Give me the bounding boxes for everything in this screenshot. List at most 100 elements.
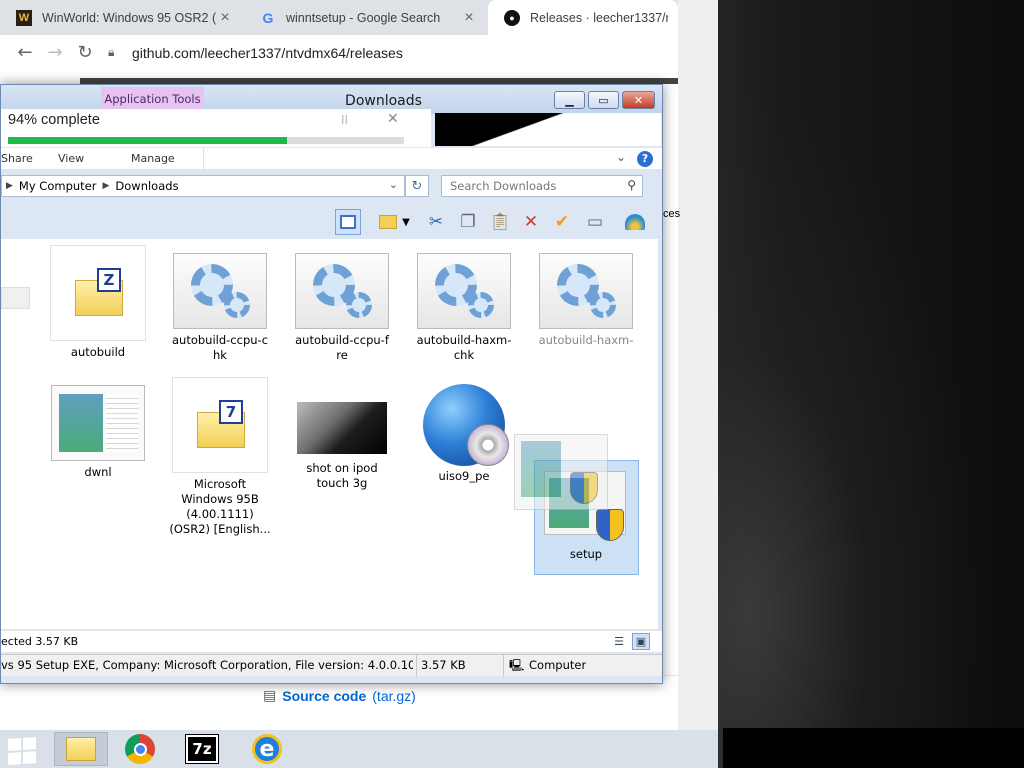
- file-item-uiso9-pe[interactable]: uiso9_pe: [412, 384, 516, 484]
- file-location: Computer: [529, 658, 587, 672]
- windows-logo-icon: [8, 737, 38, 766]
- google-icon: G: [262, 9, 274, 26]
- computer-icon: 🖳︎: [509, 658, 525, 672]
- ribbon-tabs: Share View Manage ⌄ ?: [1, 148, 662, 170]
- file-view[interactable]: Z autobuild autobuild-ccpu-chk autobuild…: [1, 239, 658, 629]
- file-details-text: vs 95 Setup EXE, Company: Microsoft Corp…: [1, 658, 413, 672]
- file-item-shot-on-ipod[interactable]: shot on ipod touch 3g: [290, 399, 394, 491]
- maximize-button[interactable]: ▭: [588, 91, 619, 109]
- details-bar: vs 95 Setup EXE, Company: Microsoft Corp…: [1, 654, 662, 677]
- taskbar-file-explorer[interactable]: [54, 732, 108, 766]
- minimize-button[interactable]: ▁: [554, 91, 585, 109]
- pause-icon[interactable]: II: [341, 113, 348, 127]
- internet-explorer-icon: e: [252, 734, 282, 764]
- file-name: autobuild-ccpu-fre: [295, 333, 389, 362]
- help-icon[interactable]: ?: [637, 151, 653, 167]
- start-button[interactable]: [0, 732, 46, 766]
- github-icon: ●: [504, 9, 520, 26]
- progress-text: 94% complete: [8, 112, 100, 128]
- tab-view[interactable]: View: [58, 152, 84, 165]
- explorer-window: Application Tools Downloads ▁ ▭ ✕ 94% co…: [0, 84, 663, 684]
- selection-status: ected 3.57 KB: [1, 635, 79, 648]
- details-view-icon[interactable]: ☰: [610, 633, 628, 650]
- file-name: dwnl: [84, 465, 112, 479]
- taskbar-7zip[interactable]: 7z: [175, 732, 229, 766]
- file-name: Microsoft Windows 95B (4.00.1111) (OSR2)…: [169, 477, 271, 536]
- progress-bar: [8, 137, 404, 144]
- source-code-link[interactable]: Source code: [282, 688, 366, 704]
- breadcrumb-my-computer[interactable]: My Computer: [19, 179, 97, 193]
- tab-manage[interactable]: Manage: [131, 152, 175, 165]
- file-name: uiso9_pe: [438, 469, 490, 483]
- url-text: github.com/leecher1337/ntvdmx64/releases: [132, 44, 403, 61]
- close-tab-icon[interactable]: ×: [460, 9, 478, 27]
- paste-icon[interactable]: 📋︎: [487, 209, 513, 235]
- source-code-format: (tar.gz): [372, 687, 416, 704]
- file-name: autobuild: [70, 345, 126, 359]
- winworld-icon: W: [16, 9, 32, 26]
- view-pane-button[interactable]: [335, 209, 361, 235]
- tab-title: Releases · leecher1337/ntvdm: [530, 10, 668, 25]
- tab-title: winntsetup - Google Search: [286, 10, 441, 25]
- file-item-autobuild-ccpu-fre[interactable]: autobuild-ccpu-fre: [290, 253, 394, 363]
- file-item-autobuild-haxm-fre[interactable]: autobuild-haxm-fre: [534, 253, 638, 349]
- address-bar[interactable]: 🔒︎ github.com/leecher1337/ntvdmx64/relea…: [108, 38, 678, 68]
- zip-icon: ▤: [263, 687, 277, 703]
- file-name: autobuild-ccpu-chk: [172, 333, 269, 362]
- properties-icon[interactable]: ▭: [582, 209, 608, 235]
- file-name: shot on ipod touch 3g: [306, 461, 378, 490]
- chevron-down-icon[interactable]: ▼: [399, 209, 413, 235]
- file-item-autobuild[interactable]: Z autobuild: [46, 245, 150, 360]
- executable-gear-icon: [173, 253, 267, 329]
- breadcrumb-downloads[interactable]: Downloads: [115, 179, 178, 193]
- taskbar: 7z e: [0, 730, 718, 768]
- command-bar: ▼ ✂ ❐ 📋︎ ✕ ✔ ▭: [1, 205, 662, 237]
- search-icon: ⚲: [627, 178, 636, 192]
- back-button[interactable]: ←: [10, 38, 40, 68]
- chevron-down-icon[interactable]: ⌄: [389, 178, 398, 191]
- close-button[interactable]: ✕: [622, 91, 655, 109]
- checkmark-icon[interactable]: ✔: [549, 209, 575, 235]
- cut-icon[interactable]: ✂: [423, 209, 449, 235]
- file-item-autobuild-ccpu-chk[interactable]: autobuild-ccpu-chk: [168, 253, 272, 363]
- reload-button[interactable]: ↻: [70, 38, 100, 68]
- download-progress-panel: 94% complete II ✕: [1, 109, 431, 147]
- delete-icon[interactable]: ✕: [518, 209, 544, 235]
- close-tab-icon[interactable]: ×: [216, 9, 234, 27]
- tab-title: WinWorld: Windows 95 OSR2 (O: [42, 10, 216, 25]
- search-placeholder: Search Downloads: [450, 179, 557, 193]
- close-icon[interactable]: ✕: [387, 111, 399, 127]
- breadcrumb[interactable]: ▶ My Computer ▶ Downloads ⌄: [1, 175, 405, 197]
- taskbar-chrome[interactable]: [113, 732, 167, 766]
- application-window-icon: [51, 385, 145, 461]
- tab-share[interactable]: Share: [1, 152, 33, 165]
- browser-tab-github[interactable]: ● Releases · leecher1337/ntvdm: [488, 0, 678, 35]
- browser-tab-winworld[interactable]: W WinWorld: Windows 95 OSR2 (O ×: [0, 0, 244, 35]
- search-input[interactable]: Search Downloads ⚲: [441, 175, 643, 197]
- folder-icon: [66, 737, 96, 761]
- large-icons-view-icon[interactable]: ▣: [632, 633, 650, 650]
- copy-icon[interactable]: ❐: [455, 209, 481, 235]
- desktop-photo-background: [678, 0, 1024, 768]
- executable-gear-icon: [295, 253, 389, 329]
- browser-tab-google[interactable]: G winntsetup - Google Search ×: [244, 0, 488, 35]
- executable-gear-icon: [539, 253, 633, 329]
- file-item-autobuild-haxm-chk[interactable]: autobuild-haxm-chk: [412, 253, 516, 363]
- taskbar-internet-explorer[interactable]: e: [240, 732, 294, 766]
- chevron-down-icon[interactable]: ⌄: [616, 150, 626, 164]
- file-name: autobuild-haxm-chk: [416, 333, 512, 362]
- page-partial-text: ces: [663, 208, 681, 220]
- browser-toolbar: ← → ↻ 🔒︎ github.com/leecher1337/ntvdmx64…: [0, 35, 678, 70]
- forward-button[interactable]: →: [40, 38, 70, 68]
- file-name: autobuild-haxm-fre: [538, 333, 634, 349]
- file-item-windows-95b[interactable]: 7 Microsoft Windows 95B (4.00.1111) (OSR…: [168, 377, 272, 537]
- navigation-pane-item[interactable]: [1, 287, 30, 309]
- file-details-size: 3.57 KB: [421, 658, 466, 672]
- new-folder-icon[interactable]: [375, 209, 401, 235]
- shell-icon[interactable]: [622, 209, 648, 235]
- chrome-icon: [125, 734, 155, 764]
- 7z-archive-icon: 7: [172, 377, 268, 473]
- file-item-dwnl[interactable]: dwnl: [46, 385, 150, 480]
- progress-fill: [8, 137, 288, 144]
- refresh-button[interactable]: ↻: [405, 175, 429, 197]
